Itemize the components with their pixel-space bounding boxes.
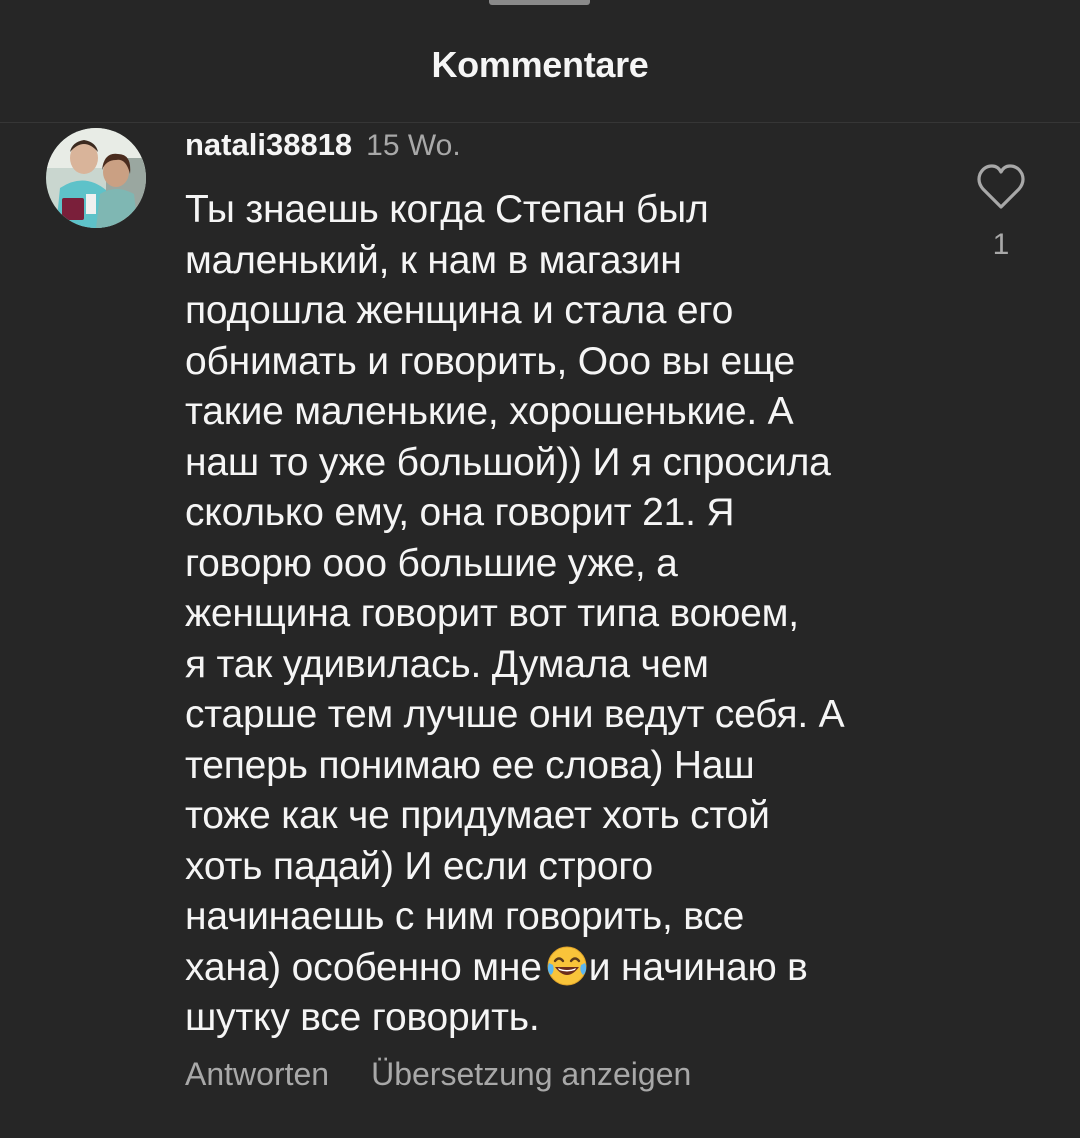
comment-text-part-1: Ты знаешь когда Степан был маленький, к … [185, 188, 845, 989]
reply-button[interactable]: Antworten [185, 1056, 329, 1092]
like-button[interactable] [975, 163, 1027, 211]
sheet-title: Kommentare [431, 44, 649, 85]
heart-outline-icon [975, 164, 1027, 215]
like-count: 1 [992, 228, 1010, 261]
header-divider [0, 122, 1080, 123]
show-translation-button[interactable]: Übersetzung anzeigen [371, 1056, 691, 1092]
sheet-drag-handle[interactable] [489, 0, 590, 5]
comment-actions: Antworten Übersetzung anzeigen [185, 1056, 691, 1093]
comment-body: Ты знаешь когда Степан был маленький, к … [185, 185, 945, 1044]
comment-username[interactable]: natali38818 [185, 127, 352, 162]
comment-header: natali38818 15 Wo. [185, 127, 461, 163]
face-with-tears-of-joy-icon [546, 945, 588, 987]
comment-timestamp: 15 Wo. [366, 129, 461, 162]
user-avatar[interactable] [46, 128, 146, 228]
